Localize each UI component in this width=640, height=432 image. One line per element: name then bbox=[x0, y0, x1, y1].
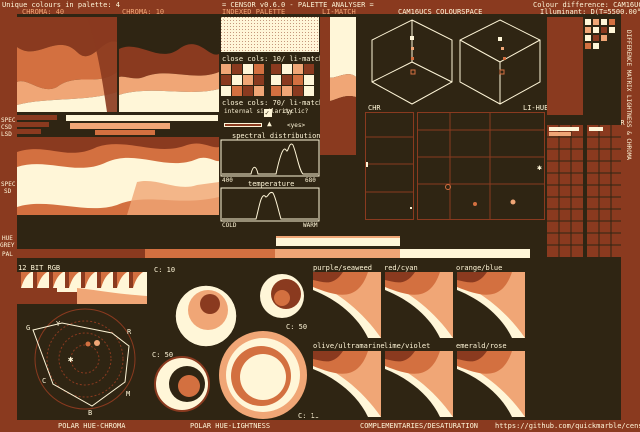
github-link[interactable]: https://github.com/quickmarble/censor bbox=[495, 422, 640, 430]
spectral-distribution-plot bbox=[220, 139, 320, 177]
complementaries-grid bbox=[313, 272, 525, 417]
indexed-palette-label: INDEXED PALETTE bbox=[222, 8, 286, 16]
close-cols-70: close cols: 70/ li-match bbox=[222, 99, 324, 107]
lightness-spectrum-plot bbox=[17, 137, 219, 215]
temperature-title: temperature bbox=[248, 180, 295, 188]
indexed-palette-grid bbox=[221, 17, 319, 52]
spec-min: 400 bbox=[222, 177, 233, 184]
temperature-plot bbox=[220, 187, 320, 222]
pal-label: PAL bbox=[2, 251, 13, 258]
polar-letter-y: Y bbox=[56, 320, 61, 328]
warm-label: WARM bbox=[303, 222, 318, 229]
polar-hue-lightness-caption: POLAR HUE-LIGHTNESS bbox=[190, 422, 271, 430]
chroma-label-40: CHROMA: 40 bbox=[22, 8, 65, 16]
hue-lightness-circle-c50b bbox=[154, 356, 210, 412]
12-bit-rgb-grid bbox=[17, 272, 147, 304]
li-match-column bbox=[320, 17, 356, 155]
internal-similarity-checkbox[interactable]: ✓ bbox=[264, 109, 272, 117]
polar-letter-g: G bbox=[26, 324, 31, 332]
svg-text:✱: ✱ bbox=[68, 355, 74, 365]
lsd-label: LSD bbox=[1, 131, 12, 138]
pal-strip-cream bbox=[400, 249, 530, 258]
12-bit-rgb-label: 12 BIT RGB bbox=[18, 264, 61, 272]
cam16-colourspace bbox=[371, 19, 541, 105]
lsd-bar bbox=[17, 129, 41, 134]
close-cols-10-grid bbox=[221, 64, 319, 97]
grey-label: GREY bbox=[0, 242, 15, 249]
pair-label-1: red/cyan bbox=[384, 264, 418, 272]
spec-max: 680 bbox=[305, 177, 316, 184]
sd-label: SD bbox=[4, 188, 12, 195]
hue-lightness-circle-c50 bbox=[260, 274, 304, 318]
spectral-distribution-title: spectral distribution bbox=[232, 132, 321, 140]
chr-plot-label: CHR bbox=[368, 104, 381, 112]
triangle-marker-icon: ▲ bbox=[267, 119, 272, 128]
grey-strip bbox=[276, 236, 400, 246]
cyclic-label: cyclic? bbox=[283, 108, 309, 115]
polar-letter-b: B bbox=[88, 409, 93, 417]
chroma-10-plot bbox=[119, 17, 219, 112]
pair-label-2: orange/blue bbox=[456, 264, 503, 272]
palette-bar-cream bbox=[66, 115, 218, 121]
svg-text:✱: ✱ bbox=[537, 163, 542, 172]
similarity-meter bbox=[224, 123, 262, 127]
polar-letter-m: M bbox=[126, 390, 131, 398]
spec-bar bbox=[17, 115, 57, 120]
cam16-label: CAM16UCS COLOURSPACE bbox=[398, 8, 483, 16]
chroma-40-plot bbox=[17, 17, 117, 112]
chroma-label-10: CHROMA: 10 bbox=[122, 8, 165, 16]
left-frame bbox=[0, 0, 17, 432]
chr-li-hue-plot: ✱ bbox=[365, 112, 545, 220]
polar-hue-chroma-caption: POLAR HUE-CHROMA bbox=[58, 422, 126, 430]
c10-label: C: 10 bbox=[154, 266, 176, 274]
close-cols-10: close cols: 10/ li-match bbox=[222, 55, 324, 63]
csd-bar bbox=[17, 122, 49, 127]
pair-label-0: purple/seaweed bbox=[313, 264, 373, 272]
pal-strip-rust bbox=[17, 249, 145, 258]
complementaries-caption: COMPLEMENTARIES/DESATURATION bbox=[360, 422, 479, 430]
cyclic-value: <yes> bbox=[287, 122, 306, 129]
illuminant: Illuminant: D(T=5500.00°K) bbox=[540, 8, 640, 16]
check-icon: ✓ bbox=[265, 109, 270, 117]
palette-analyser-window: Unique colours in palette: 4 = CENSOR v0… bbox=[0, 0, 640, 432]
li-hue-label: LI-HUE bbox=[523, 104, 549, 112]
pal-strip-orange bbox=[145, 249, 275, 258]
li-match-label: LI-MATCH bbox=[322, 8, 356, 16]
polar-letter-c: C bbox=[42, 377, 47, 385]
palette-bar-orange bbox=[95, 130, 155, 135]
hue-lightness-circle-c10b bbox=[219, 331, 307, 419]
polar-hue-chroma-plot: ✱ bbox=[32, 308, 136, 410]
cold-label: COLD bbox=[222, 222, 237, 229]
polar-letter-r: R bbox=[127, 328, 132, 336]
difference-matrix-vertical-label: DIFFERENCE MATRIX LIGHTNESS & CHROMA bbox=[625, 30, 632, 161]
pal-strip-peach bbox=[275, 249, 400, 258]
difference-matrix bbox=[547, 17, 621, 257]
palette-bar-peach bbox=[70, 123, 170, 129]
